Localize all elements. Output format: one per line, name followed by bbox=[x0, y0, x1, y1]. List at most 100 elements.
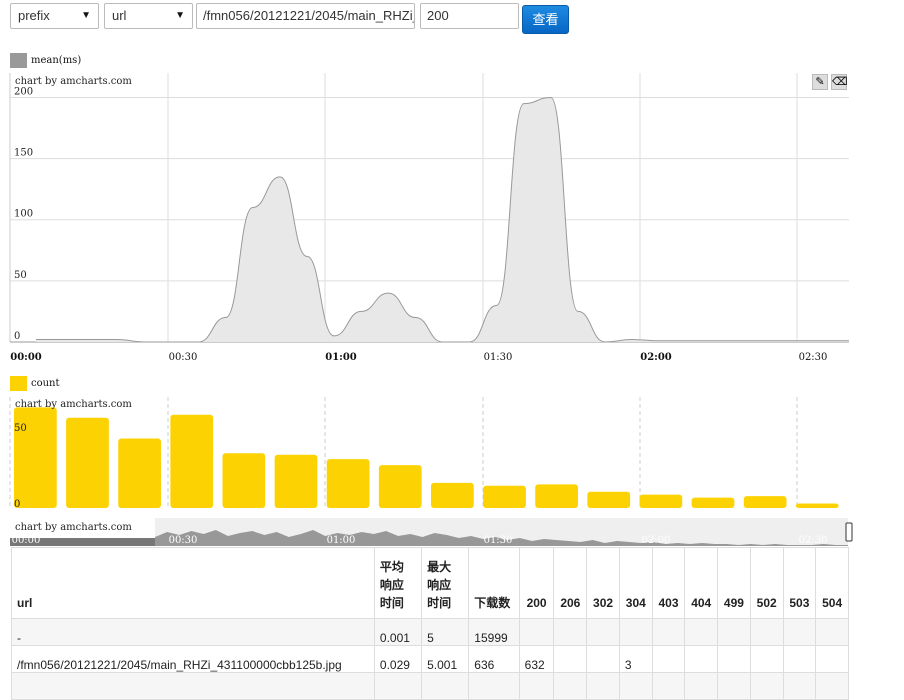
table-cell bbox=[11, 672, 375, 700]
table-header-cell[interactable]: 503 bbox=[782, 547, 817, 619]
scrollbar-label: 00:30 bbox=[169, 535, 198, 546]
table-cell bbox=[586, 645, 620, 673]
prefix-select[interactable]: prefix ▼ bbox=[10, 3, 99, 29]
table-cell bbox=[717, 645, 751, 673]
count-bar[interactable] bbox=[222, 453, 266, 508]
eraser-icon[interactable]: ✎ bbox=[812, 74, 828, 90]
table-header-cell[interactable]: 302 bbox=[586, 547, 620, 619]
table-cell bbox=[618, 672, 653, 700]
count-bar[interactable] bbox=[639, 494, 683, 508]
table-header-cell[interactable]: 499 bbox=[717, 547, 751, 619]
table-cell bbox=[717, 618, 751, 646]
table-cell: 636 bbox=[468, 645, 520, 673]
count-bar[interactable] bbox=[431, 482, 474, 508]
scrollbar-drag-handle[interactable] bbox=[845, 522, 853, 542]
count-bar[interactable] bbox=[535, 484, 578, 508]
table-cell bbox=[651, 645, 686, 673]
count-chart[interactable]: 50 0 bbox=[0, 394, 904, 519]
table-cell bbox=[553, 645, 588, 673]
table-cell bbox=[553, 618, 588, 646]
table-header-cell[interactable]: 504 bbox=[815, 547, 849, 619]
table-header-cell[interactable]: 502 bbox=[749, 547, 784, 619]
table-header-cell[interactable]: 404 bbox=[684, 547, 719, 619]
x-tick-label: 02:00 bbox=[640, 352, 672, 363]
table-row: -0.001 5 15999 bbox=[11, 618, 849, 646]
table-header-cell[interactable]: 平均 响应 时间 bbox=[373, 547, 423, 619]
mean-legend-label: mean(ms) bbox=[31, 55, 82, 66]
mean-chart[interactable]: 200 150 100 50 0 00:00 00:30 01:00 01:30 02:00 02:… bbox=[0, 70, 904, 370]
count-bar[interactable] bbox=[66, 417, 109, 508]
x-tick-label: 00:30 bbox=[169, 352, 198, 363]
table-header-row: url 平均 响应 时间 最大 响应 时间 下载数 200 206 302 304 403 404… bbox=[11, 547, 849, 619]
x-tick-label: 00:00 bbox=[10, 352, 42, 363]
table-cell bbox=[749, 618, 784, 646]
count-bar[interactable] bbox=[795, 503, 839, 508]
table-cell bbox=[518, 618, 555, 646]
x-tick-label: 01:30 bbox=[484, 352, 513, 363]
status-code-input[interactable]: 200 bbox=[420, 3, 519, 29]
chevron-down-icon: ▼ bbox=[81, 10, 91, 21]
chart-credit: chart by amcharts.com bbox=[15, 76, 132, 87]
scrollbar-label: 01:00 bbox=[327, 535, 356, 546]
table-cell bbox=[651, 618, 686, 646]
table-cell bbox=[782, 618, 817, 646]
eraser-icon[interactable]: ⌫ bbox=[831, 74, 848, 90]
table-header-cell[interactable]: 304 bbox=[618, 547, 653, 619]
y-tick-label: 0 bbox=[14, 331, 20, 342]
table-cell bbox=[684, 645, 719, 673]
table-cell bbox=[749, 672, 784, 700]
count-bar[interactable] bbox=[274, 454, 318, 508]
table-cell bbox=[651, 672, 686, 700]
count-bar[interactable] bbox=[170, 414, 214, 508]
y-tick-label: 100 bbox=[14, 209, 33, 220]
table-cell bbox=[373, 672, 423, 700]
table-cell: 3 bbox=[618, 645, 653, 673]
y-tick-label: 0 bbox=[14, 499, 20, 510]
url-stats-table: url 平均 响应 时间 最大 响应 时间 下载数 200 206 302 304 403 404… bbox=[11, 547, 849, 700]
count-bar[interactable] bbox=[587, 491, 631, 508]
count-legend-swatch[interactable] bbox=[10, 376, 27, 391]
table-row: /fmn056/20121221/2045/main_RHZi_43110000… bbox=[11, 645, 849, 673]
x-tick-label: 01:00 bbox=[325, 352, 357, 363]
table-header-cell[interactable]: 206 bbox=[553, 547, 588, 619]
count-legend-label: count bbox=[31, 378, 60, 389]
table-cell: 5.001 bbox=[421, 645, 470, 673]
count-bar[interactable] bbox=[483, 485, 526, 508]
table-cell bbox=[586, 618, 620, 646]
chart-credit: chart by amcharts.com bbox=[15, 399, 132, 410]
table-cell bbox=[618, 618, 653, 646]
chart-credit: chart by amcharts.com bbox=[15, 522, 132, 533]
table-header-cell[interactable]: url bbox=[11, 547, 375, 619]
table-cell bbox=[421, 672, 470, 700]
table-cell: /fmn056/20121221/2045/main_RHZi_43110000… bbox=[11, 645, 375, 673]
table-cell bbox=[815, 645, 849, 673]
table-header-cell[interactable]: 200 bbox=[518, 547, 555, 619]
y-tick-label: 50 bbox=[14, 270, 27, 281]
y-tick-label: 200 bbox=[14, 86, 33, 97]
url-select[interactable]: url ▼ bbox=[104, 3, 193, 29]
count-bar[interactable] bbox=[378, 465, 422, 508]
table-cell: 0.001 bbox=[373, 618, 423, 646]
table-header-cell[interactable]: 下载数 bbox=[468, 547, 520, 619]
table-cell bbox=[684, 672, 719, 700]
table-cell bbox=[717, 672, 751, 700]
table-cell bbox=[782, 645, 817, 673]
count-bar[interactable] bbox=[743, 496, 787, 508]
scrollbar-label: 00:00 bbox=[12, 535, 41, 546]
chevron-down-icon: ▼ bbox=[175, 10, 185, 21]
chart-scrollbar[interactable]: 00:00 00:30 01:00 01:30 02:00 02:30 bbox=[0, 518, 904, 548]
count-bar[interactable] bbox=[326, 459, 370, 508]
table-cell bbox=[782, 672, 817, 700]
table-cell bbox=[749, 645, 784, 673]
table-header-cell[interactable]: 403 bbox=[651, 547, 686, 619]
prefix-select-value: prefix bbox=[18, 8, 50, 23]
table-header-cell[interactable]: 最大 响应 时间 bbox=[421, 547, 470, 619]
table-cell bbox=[553, 672, 588, 700]
table-cell: - bbox=[11, 618, 375, 646]
query-button[interactable]: 查看 bbox=[522, 5, 569, 34]
count-bar[interactable] bbox=[691, 497, 735, 508]
count-bar[interactable] bbox=[118, 438, 161, 508]
mean-legend-swatch[interactable] bbox=[10, 53, 27, 68]
scrollbar-label: 01:30 bbox=[484, 535, 513, 546]
url-input[interactable]: /fmn056/20121221/2045/main_RHZi_ bbox=[196, 3, 415, 29]
